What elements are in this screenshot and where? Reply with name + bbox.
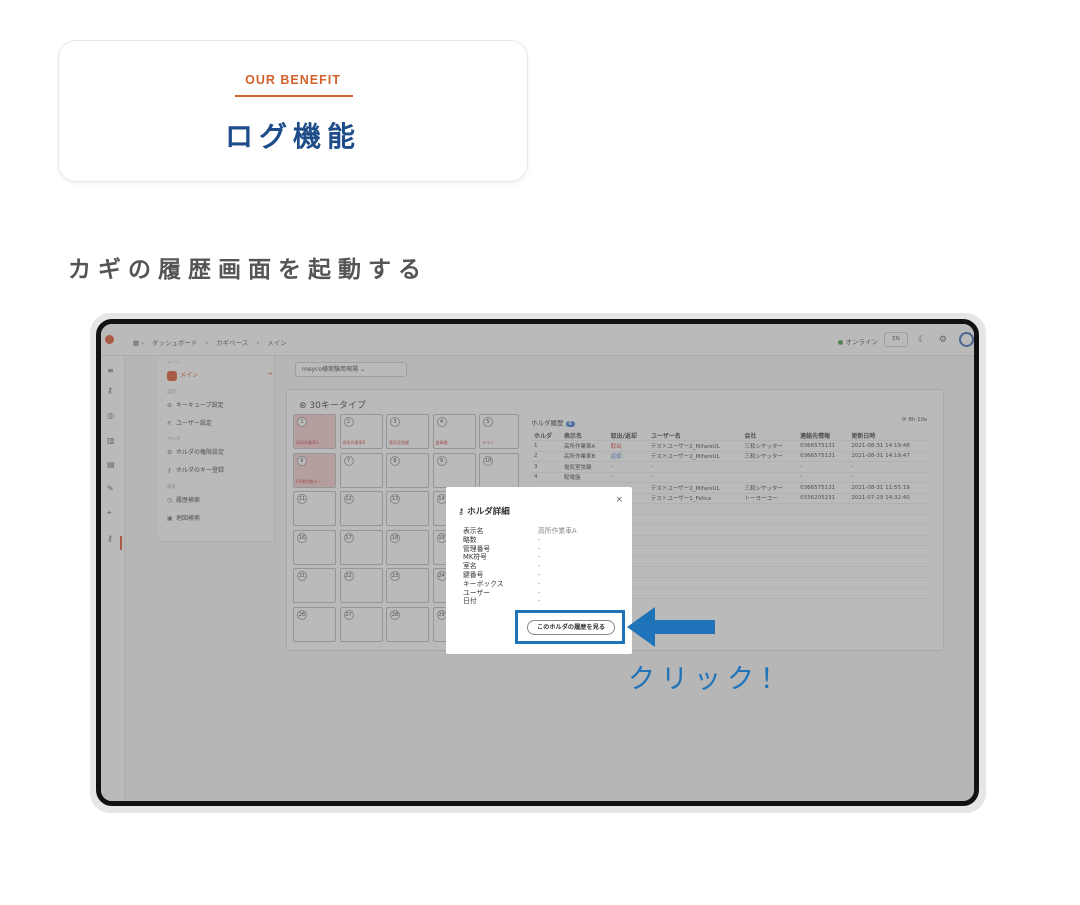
- modal-field-value: -: [538, 571, 541, 579]
- modal-field-value: -: [538, 553, 541, 562]
- modal-field-value: -: [538, 579, 541, 588]
- modal-title-text: ホルダ詳細: [467, 507, 510, 517]
- button-highlight-box: [515, 610, 625, 644]
- benefit-title: ログ機能: [224, 120, 361, 153]
- modal-field-label: 表示名: [463, 527, 484, 535]
- modal-field-label: 日付: [463, 597, 477, 606]
- arrow-shaft: [653, 620, 715, 634]
- modal-field-label: 略数: [463, 535, 477, 544]
- modal-field-value: -: [538, 562, 541, 571]
- arrow-left-icon: [627, 607, 655, 647]
- benefit-eyebrow: OUR BENEFIT: [245, 73, 341, 87]
- modal-field-label: 鍵番号: [463, 571, 484, 579]
- section-title: カギの履歴画面を起動する: [68, 257, 428, 283]
- modal-title: ⚷ ホルダ詳細: [458, 505, 510, 517]
- benefit-card: OUR BENEFIT ログ機能: [58, 40, 528, 182]
- modal-field-value: 高所作業車A: [538, 527, 577, 535]
- benefit-underline: [235, 95, 353, 97]
- key-icon: ⚷: [458, 507, 468, 517]
- click-callout: クリック！: [628, 664, 793, 695]
- modal-field-value: -: [538, 588, 541, 597]
- modal-field-value: -: [538, 535, 541, 544]
- modal-field-label: キーボックス: [463, 579, 504, 588]
- modal-field-value: -: [538, 544, 541, 553]
- modal-field-label: 室名: [463, 562, 477, 571]
- modal-field-value: -: [538, 597, 541, 606]
- close-icon[interactable]: ×: [615, 495, 623, 505]
